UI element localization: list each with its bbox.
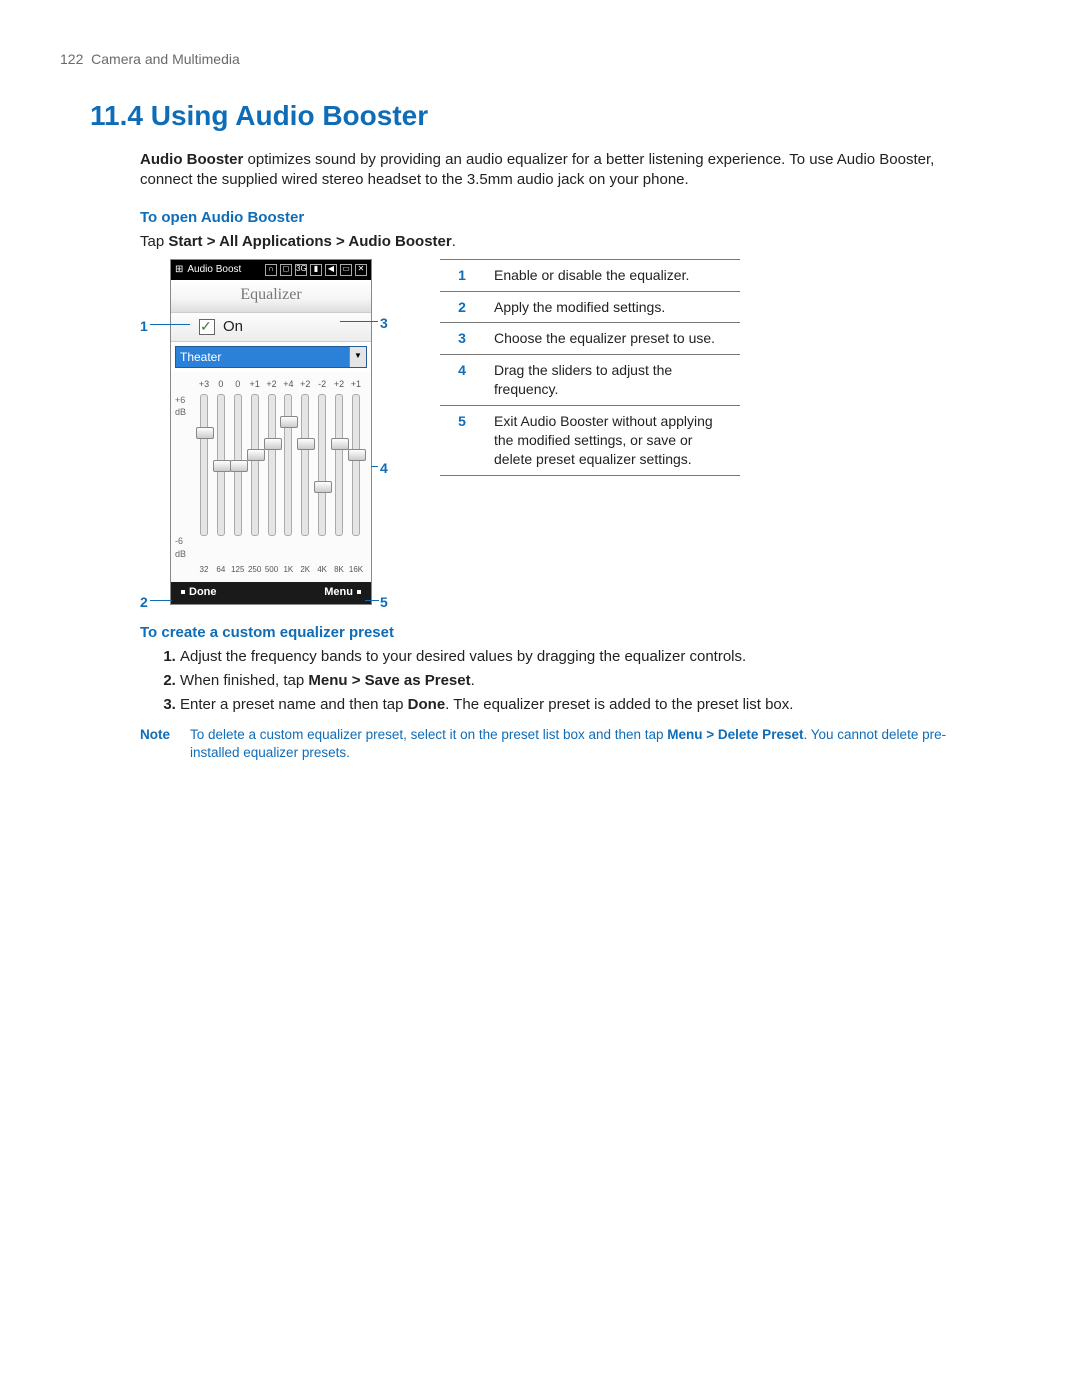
- eq-slider[interactable]: +41K: [281, 394, 295, 560]
- eq-slider[interactable]: -24K: [315, 394, 329, 560]
- eq-slider[interactable]: +2500: [265, 394, 279, 560]
- equalizer-toggle-row[interactable]: On: [171, 313, 371, 342]
- on-label: On: [223, 317, 243, 337]
- note-label: Note: [140, 726, 190, 762]
- page-number: 122: [60, 51, 83, 67]
- equalizer-area: +6 dB -6 dB +3320640125+1250+2500+41K+22…: [171, 372, 371, 582]
- eq-slider[interactable]: 0125: [231, 394, 245, 560]
- headphones-icon: ∩: [265, 264, 277, 276]
- table-row: 1Enable or disable the equalizer.: [440, 259, 740, 291]
- battery-icon: ▭: [340, 264, 352, 276]
- menu-softkey[interactable]: Menu: [324, 585, 365, 600]
- eq-slider[interactable]: +116K: [349, 394, 363, 560]
- callout-5: 5: [380, 593, 388, 612]
- app-titlebar: ⊞ Audio Boost ∩ ◻ 3G ▮ ◀ ▭ ✕: [171, 260, 371, 280]
- volume-icon: ◀: [325, 264, 337, 276]
- figure-with-callouts: 1 3 4 2 5 ⊞ Audio Boost ∩ ◻ 3G ▮ ◀ ▭ ✕: [140, 259, 400, 605]
- preset-dropdown[interactable]: Theater ▼: [175, 346, 367, 368]
- eq-slider[interactable]: +28K: [332, 394, 346, 560]
- signal-icon: ▮: [310, 264, 322, 276]
- windows-start-icon: ⊞: [175, 263, 183, 277]
- table-row: 5Exit Audio Booster without applying the…: [440, 406, 740, 476]
- network-3g-icon: 3G: [295, 264, 307, 276]
- list-item: Adjust the frequency bands to your desir…: [180, 647, 980, 667]
- callout-description-table: 1Enable or disable the equalizer.2Apply …: [440, 259, 740, 476]
- chapter-name: Camera and Multimedia: [91, 51, 240, 67]
- note-text: To delete a custom equalizer preset, sel…: [190, 726, 980, 762]
- section-heading: 11.4 Using Audio Booster: [90, 97, 1020, 135]
- steps-list: Adjust the frequency bands to your desir…: [160, 647, 980, 716]
- chevron-down-icon: ▼: [349, 347, 366, 367]
- subheading-create-preset: To create a custom equalizer preset: [140, 623, 1020, 643]
- callout-1: 1: [140, 317, 148, 336]
- intro-paragraph: Audio Booster optimizes sound by providi…: [140, 150, 980, 191]
- db-bottom-label: -6 dB: [175, 535, 186, 559]
- eq-slider[interactable]: +22K: [298, 394, 312, 560]
- done-softkey[interactable]: Done: [177, 585, 217, 600]
- table-row: 2Apply the modified settings.: [440, 291, 740, 323]
- eq-slider[interactable]: +1250: [248, 394, 262, 560]
- list-item: Enter a preset name and then tap Done. T…: [180, 695, 980, 715]
- tap-instruction: Tap Start > All Applications > Audio Boo…: [140, 232, 1020, 252]
- callout-4: 4: [380, 459, 388, 478]
- app-screenshot: ⊞ Audio Boost ∩ ◻ 3G ▮ ◀ ▭ ✕ Equalizer O…: [170, 259, 372, 605]
- close-icon: ✕: [355, 264, 367, 276]
- softkey-bar: Done Menu: [171, 582, 371, 604]
- preset-value: Theater: [180, 349, 221, 365]
- callout-3: 3: [380, 314, 388, 333]
- intro-lead: Audio Booster: [140, 151, 243, 168]
- eq-slider[interactable]: 064: [214, 394, 228, 560]
- eq-slider[interactable]: +332: [197, 394, 211, 560]
- intro-rest: optimizes sound by providing an audio eq…: [140, 151, 934, 188]
- list-item: When finished, tap Menu > Save as Preset…: [180, 671, 980, 691]
- app-titlebar-text: Audio Boost: [187, 263, 241, 277]
- task-icon: ◻: [280, 264, 292, 276]
- db-top-label: +6 dB: [175, 394, 186, 418]
- table-row: 3Choose the equalizer preset to use.: [440, 323, 740, 355]
- check-icon: [199, 319, 215, 335]
- subheading-open: To open Audio Booster: [140, 208, 1020, 228]
- table-row: 4Drag the sliders to adjust the frequenc…: [440, 355, 740, 406]
- callout-2: 2: [140, 593, 148, 612]
- note: Note To delete a custom equalizer preset…: [140, 726, 980, 762]
- equalizer-title: Equalizer: [171, 280, 371, 313]
- page-header: 122 Camera and Multimedia: [60, 50, 1020, 69]
